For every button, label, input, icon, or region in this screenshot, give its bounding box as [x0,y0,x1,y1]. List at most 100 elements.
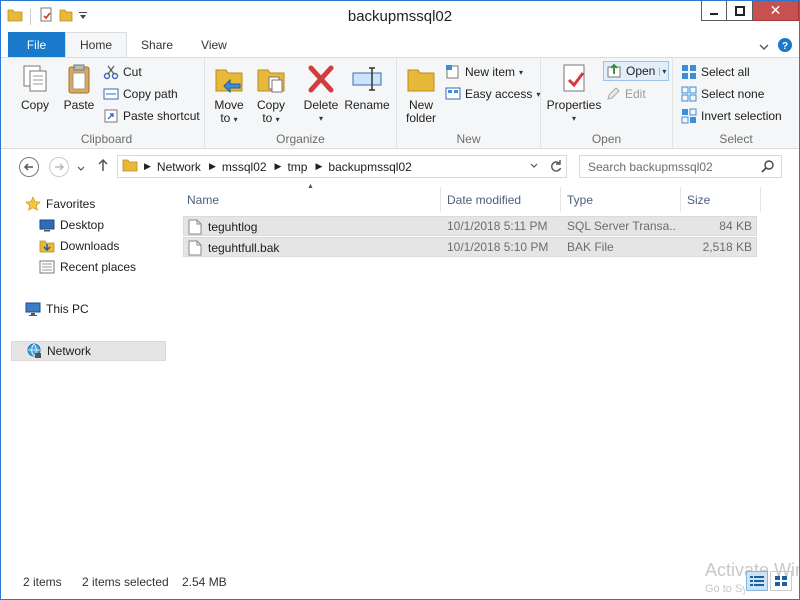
breadcrumb-tmp[interactable]: tmp [287,160,307,174]
paste-shortcut-icon [104,109,118,123]
file-row[interactable]: teguhtlog 10/1/2018 5:11 PM SQL Server T… [183,216,757,236]
forward-button[interactable] [49,157,69,177]
new-item-button[interactable]: New item ▾ [445,62,523,82]
nav-favorites[interactable]: Favorites [25,194,95,214]
new-group: New folder New item ▾ Easy access ▾ New [397,58,541,148]
details-view-button[interactable] [746,571,768,591]
breadcrumb-item[interactable]: ▶ Network [144,160,201,174]
dropdown-arrow-icon[interactable]: ▾ [659,66,666,76]
open-button[interactable]: Open ▾ [603,61,670,81]
copy-path-label: Copy path [123,87,178,101]
file-row[interactable]: teguhtfull.bak 10/1/2018 5:10 PM BAK Fil… [183,237,757,257]
file-icon [188,240,202,256]
new-group-label: New [456,132,481,146]
tab-share[interactable]: Share [127,32,187,57]
address-bar[interactable]: ▶ Network ▶ mssql02 ▶ tmp ▶ backupmssql0… [117,155,567,178]
paste-icon [68,64,90,94]
easy-access-button[interactable]: Easy access ▾ [445,84,540,104]
new-folder-label-2: folder [405,111,437,125]
file-name-cell: teguhtlog [188,219,438,235]
chevron-down-icon[interactable] [529,158,539,177]
svg-text:?: ? [782,41,788,52]
dropdown-arrow-icon: ▾ [233,115,238,124]
paste-button[interactable]: Paste [57,62,101,112]
delete-button[interactable]: Delete ▾ [301,62,341,125]
file-name-cell: teguhtfull.bak [188,240,438,256]
cut-button[interactable]: Cut [103,62,142,82]
breadcrumb-network[interactable]: Network [157,160,201,174]
expand-ribbon-icon[interactable] [759,40,769,54]
select-group-label: Select [719,132,753,146]
copy-label: Copy [20,98,49,112]
breadcrumb-current[interactable]: backupmssql02 [328,160,411,174]
invert-selection-button[interactable]: Invert selection [681,106,782,126]
nav-network[interactable]: Network [11,341,166,361]
recent-locations-icon[interactable] [77,162,85,176]
nav-downloads[interactable]: Downloads [39,236,119,256]
item-count: 2 items [23,575,62,589]
title-bar: backupmssql02 ✕ [1,1,799,31]
tab-file[interactable]: File [8,32,65,57]
minimize-button[interactable] [701,1,727,21]
breadcrumb-item[interactable]: ▶ backupmssql02 [315,160,411,174]
tab-home[interactable]: Home [65,32,128,57]
back-arrow-icon [23,163,33,171]
invert-selection-label: Invert selection [701,109,782,123]
move-to-icon [215,69,243,94]
breadcrumb-item[interactable]: ▶ tmp [275,160,308,174]
column-header-date[interactable]: Date modified [441,187,561,212]
copy-to-button[interactable]: Copy to ▾ [251,62,291,126]
nav-recent-places[interactable]: Recent places [39,257,136,277]
star-icon [25,196,41,211]
up-arrow-icon[interactable] [97,158,109,175]
paste-shortcut-label: Paste shortcut [123,109,200,123]
help-icon[interactable]: ? [777,37,793,56]
select-all-button[interactable]: Select all [681,62,750,82]
breadcrumb-item[interactable]: ▶ mssql02 [209,160,267,174]
search-input[interactable]: Search backupmssql02 [579,155,782,178]
column-header-type[interactable]: Type [561,187,681,212]
downloads-icon [39,240,55,253]
nav-this-pc-label: This PC [46,302,89,316]
edit-button[interactable]: Edit [605,84,646,104]
file-date: 10/1/2018 5:11 PM [447,219,548,233]
column-size-label: Size [687,192,711,207]
copy-path-button[interactable]: Copy path [103,84,178,104]
breadcrumb-separator-icon: ▶ [274,161,282,171]
close-button[interactable]: ✕ [753,1,799,21]
select-all-icon [682,65,696,79]
organize-group: Move to ▾ Copy to ▾ Delete ▾ Rename Orga… [205,58,397,148]
dropdown-arrow-icon: ▾ [571,114,576,123]
copy-button[interactable]: Copy [13,62,57,112]
rename-button[interactable]: Rename [343,62,391,112]
select-none-button[interactable]: Select none [681,84,764,104]
properties-button[interactable]: Properties ▾ [545,62,603,125]
search-icon[interactable] [761,159,775,176]
paste-label: Paste [63,98,95,112]
paste-shortcut-button[interactable]: Paste shortcut [103,106,200,126]
open-group: Properties ▾ Open ▾ Edit Open [541,58,673,148]
nav-downloads-label: Downloads [60,239,120,253]
tab-view[interactable]: View [187,32,241,57]
nav-desktop[interactable]: Desktop [39,215,104,235]
new-item-label: New item [465,65,516,79]
status-bar: 2 items 2 items selected 2.54 MB [1,569,799,599]
large-icons-view-button[interactable] [770,571,792,591]
rename-icon [352,67,382,91]
maximize-button[interactable] [727,1,753,21]
copy-path-icon [103,88,119,100]
column-header-size[interactable]: Size [681,187,761,212]
details-view-icon [750,576,764,586]
selection-count: 2 items selected [82,575,169,589]
nav-this-pc[interactable]: This PC [25,299,89,319]
breadcrumb-mssql02[interactable]: mssql02 [222,160,267,174]
back-button[interactable] [19,157,39,177]
column-name-label: Name [187,192,220,207]
copy-icon [23,65,47,92]
new-folder-button[interactable]: New folder [401,62,441,125]
cut-label: Cut [123,65,142,79]
move-to-button[interactable]: Move to ▾ [209,62,249,126]
open-group-label: Open [591,132,622,146]
column-header-name[interactable]: Name [181,187,441,212]
refresh-icon[interactable] [549,158,563,177]
